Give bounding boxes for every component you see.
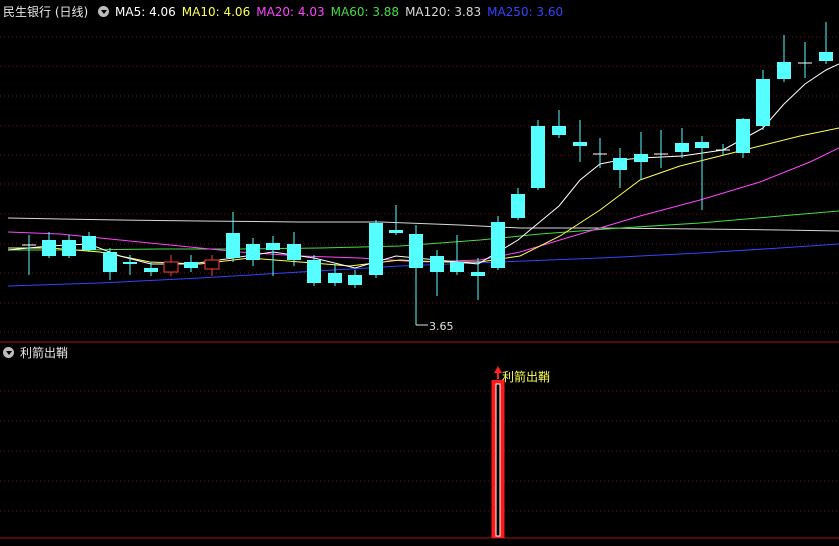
candle-body-down: [695, 142, 709, 148]
ma-label: MA5: 4.06: [115, 5, 176, 19]
candle-body-down: [246, 244, 260, 260]
ma-line: [7, 63, 839, 269]
grid-lines: [0, 36, 839, 539]
candle-body-down: [328, 273, 342, 283]
candle-body-down: [184, 262, 198, 268]
candle-body-down: [552, 126, 566, 135]
indicator-header: 利箭出鞘: [3, 343, 74, 363]
chart-window: 3.65 利箭出鞘 民生银行 (日线) MA5: 4.06 MA10: 4.06 M…: [0, 0, 839, 546]
ma-line: [8, 127, 839, 267]
signal-label: 利箭出鞘: [502, 369, 550, 384]
candle-body-down: [62, 240, 76, 256]
ma-label: MA10: 4.06: [181, 5, 251, 19]
candle-body-down: [144, 268, 158, 272]
candle-body-down: [430, 256, 444, 272]
main-header: 民生银行 (日线) MA5: 4.06 MA10: 4.06 MA20: 4.03 M…: [3, 2, 575, 22]
candle-body-up: [204, 259, 220, 270]
candle-body-down: [103, 252, 117, 272]
ma-label: MA20: 4.03: [256, 5, 325, 19]
candle-body-down: [675, 143, 689, 152]
candle-body-down: [531, 126, 545, 188]
ma-label: MA60: 3.88: [330, 5, 400, 19]
candle-body-down: [819, 52, 833, 61]
ma-line: [7, 217, 839, 232]
ma-line: [7, 147, 839, 263]
candle-body-down: [42, 240, 56, 256]
arrow-up-icon: [494, 366, 502, 373]
candlesticks[interactable]: [22, 22, 833, 325]
candle-body-down: [491, 222, 505, 268]
kline-chart[interactable]: 3.65 利箭出鞘: [0, 0, 839, 546]
low-price-label: 3.65: [429, 320, 454, 333]
candle-body-down: [573, 142, 587, 146]
indicator-title: 利箭出鞘: [20, 346, 69, 360]
candle-body-down: [736, 119, 750, 153]
candle-body-down: [634, 154, 648, 162]
candle-body-down: [287, 244, 301, 260]
candle-body-down: [471, 272, 485, 276]
candle-body-down: [756, 79, 770, 126]
candle-body-down: [369, 223, 383, 275]
candle-body-down: [450, 262, 464, 272]
candle-body-down: [307, 260, 321, 283]
candle-body-down: [613, 158, 627, 170]
ma-line: [7, 243, 839, 287]
collapse-icon[interactable]: [3, 347, 14, 358]
candle-body-down: [409, 234, 423, 268]
ma-legend: MA5: 4.06 MA10: 4.06 MA20: 4.03 MA60: 3.88 M…: [115, 5, 569, 19]
candle-body-down: [266, 243, 280, 250]
stock-title: 民生银行 (日线): [3, 5, 89, 19]
candle-body-down: [389, 230, 403, 233]
candle-body-down: [226, 233, 240, 258]
candle-body-down: [123, 262, 137, 264]
candle-body-down: [777, 62, 791, 79]
candle-body-down: [511, 194, 525, 218]
candle-body-down: [348, 275, 362, 285]
low-price-marker: 3.65: [416, 320, 454, 333]
indicator-panel: 利箭出鞘: [0, 341, 839, 538]
signal-bar-inner: [495, 383, 501, 537]
ma-label: MA120: 3.83: [405, 5, 482, 19]
candle-body-up: [163, 261, 179, 273]
candle-body-down: [82, 236, 96, 250]
ma-label: MA250: 3.60: [487, 5, 564, 19]
collapse-icon[interactable]: [98, 6, 110, 17]
moving-average-lines: [7, 63, 839, 287]
